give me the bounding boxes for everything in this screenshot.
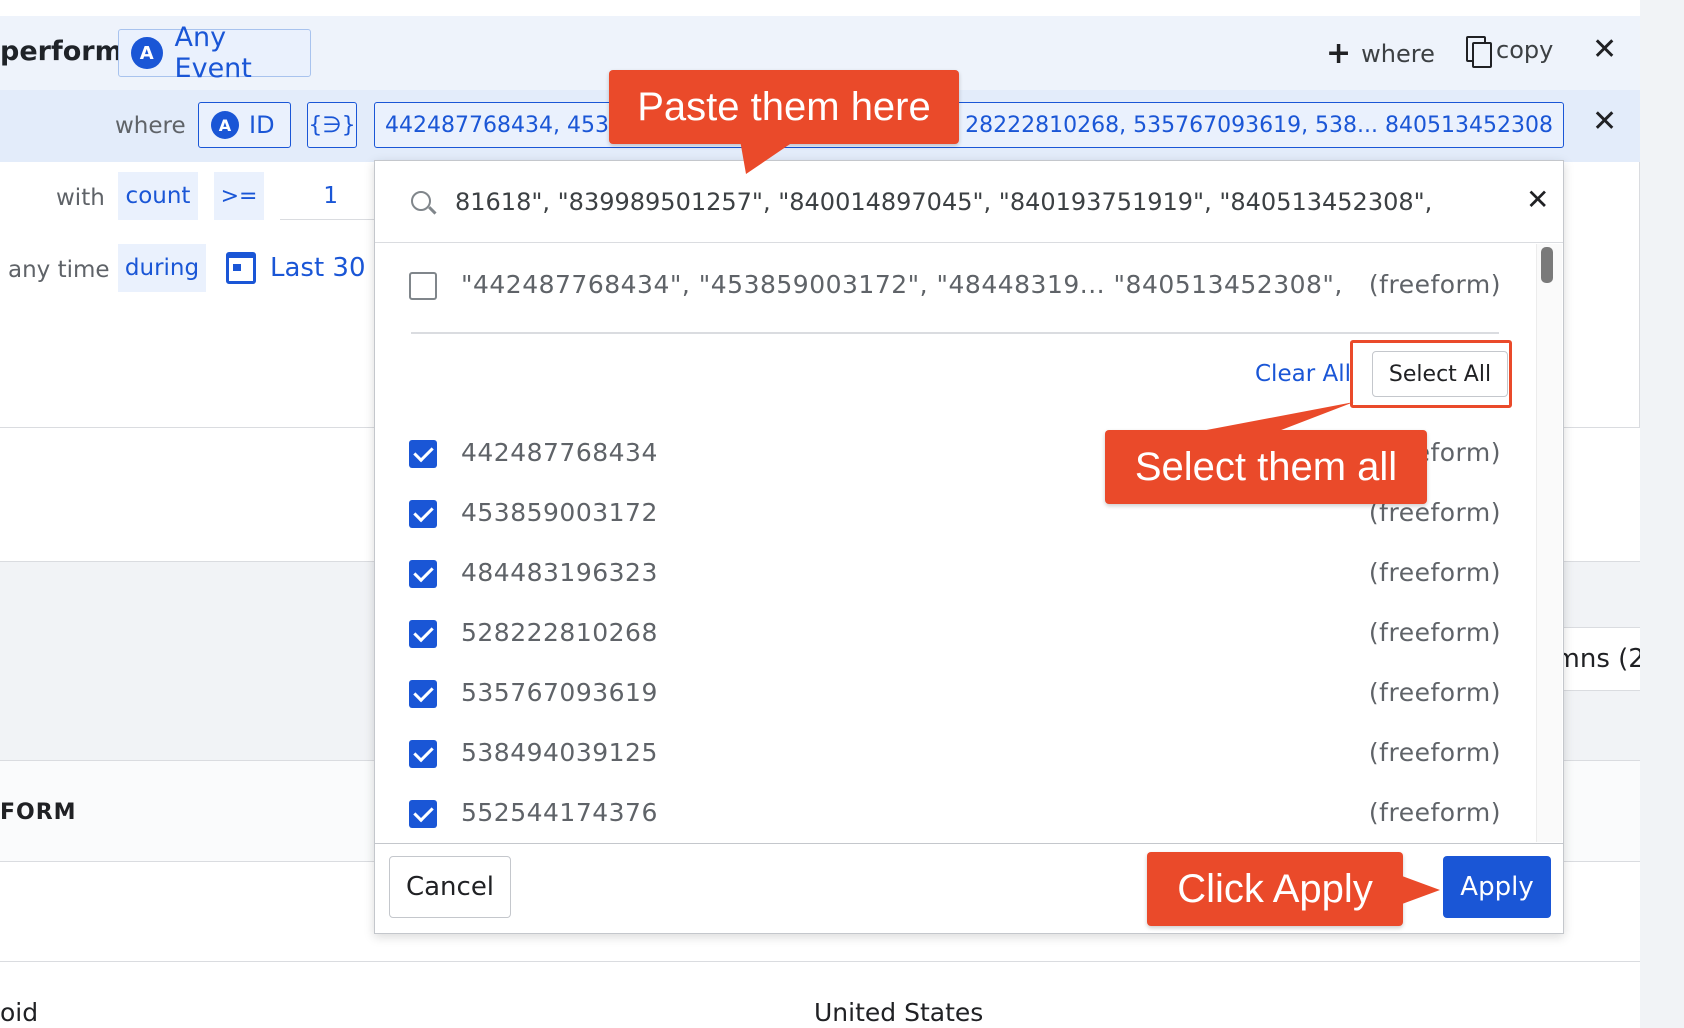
values-text-end: 28222810268, 535767093619, 538... 840513… — [965, 112, 1553, 138]
add-where-label: where — [1361, 39, 1435, 68]
search-icon — [411, 191, 431, 211]
count-value-input[interactable]: 1 — [280, 172, 378, 220]
option-label: 535767093619 — [461, 678, 658, 707]
event-selector-label: Any Event — [174, 22, 252, 84]
clear-all-link[interactable]: Clear All — [1255, 361, 1351, 387]
where-label: where — [115, 113, 186, 139]
remove-where-close-icon[interactable]: ✕ — [1592, 104, 1617, 139]
callout-select: Select them all — [1105, 430, 1427, 504]
search-bar: ✕ — [375, 161, 1563, 243]
top-strip — [0, 0, 1640, 16]
option-checkbox[interactable] — [409, 500, 437, 528]
option-checkbox[interactable] — [409, 740, 437, 768]
remove-event-close-icon[interactable]: ✕ — [1592, 32, 1617, 67]
property-values-field[interactable]: 442487768434, 453 28222810268, 535767093… — [374, 102, 1564, 148]
option-checkbox[interactable] — [409, 272, 437, 300]
event-selector[interactable]: A Any Event — [118, 22, 311, 84]
table-cell-country: United States — [814, 998, 984, 1027]
option-tag: (freeform) — [1368, 618, 1501, 647]
option-checkbox[interactable] — [409, 560, 437, 588]
option-checkbox[interactable] — [409, 620, 437, 648]
amplitude-logo-icon: A — [211, 111, 239, 139]
freeform-option[interactable]: "442487768434", "453859003172", "4844831… — [375, 256, 1535, 316]
option-tag: (freeform) — [1368, 738, 1501, 767]
cancel-button[interactable]: Cancel — [389, 856, 511, 918]
copy-icon — [1466, 36, 1492, 68]
list-item[interactable]: 552544174376 (freeform) — [375, 784, 1535, 844]
option-label: "442487768434", "453859003172", "4844831… — [461, 270, 1343, 299]
divider — [411, 332, 1499, 334]
property-values-dropdown: ✕ "442487768434", "453859003172", "48448… — [374, 160, 1564, 934]
option-checkbox[interactable] — [409, 800, 437, 828]
property-selector[interactable]: A ID — [198, 102, 291, 148]
with-label: with — [56, 185, 105, 211]
callout-paste: Paste them here — [609, 70, 959, 144]
callout-paste-tail — [740, 140, 796, 174]
clear-search-close-icon[interactable]: ✕ — [1526, 183, 1549, 216]
search-input[interactable] — [455, 181, 1485, 223]
operator-selector[interactable]: {∋} — [307, 102, 357, 148]
list-item[interactable]: 528222810268 (freeform) — [375, 604, 1535, 664]
option-tag: (freeform) — [1368, 798, 1501, 827]
amplitude-logo-icon: A — [131, 37, 163, 69]
calendar-icon[interactable] — [226, 252, 256, 284]
property-label: ID — [249, 111, 275, 139]
perform-label: perform — [0, 36, 123, 67]
apply-button[interactable]: Apply — [1443, 856, 1551, 918]
callout-apply-tail — [1402, 876, 1440, 904]
copy-label: copy — [1496, 36, 1554, 64]
option-label: 528222810268 — [461, 618, 658, 647]
option-checkbox[interactable] — [409, 680, 437, 708]
values-text-start: 442487768434, 453 — [385, 112, 609, 138]
option-checkbox[interactable] — [409, 440, 437, 468]
scrollbar-track[interactable] — [1536, 244, 1562, 842]
page-gutter — [1640, 0, 1684, 1028]
option-label: 538494039125 — [461, 738, 658, 767]
callout-select-tail — [1196, 402, 1354, 432]
column-header: FORM — [0, 800, 77, 825]
select-all-highlight — [1350, 340, 1512, 408]
date-range-picker[interactable]: Last 30 d — [270, 253, 390, 283]
option-label: 453859003172 — [461, 498, 658, 527]
callout-apply: Click Apply — [1147, 852, 1403, 926]
list-item[interactable]: 484483196323 (freeform) — [375, 544, 1535, 604]
table-cell-platform: oid — [0, 998, 39, 1027]
copy-button[interactable]: copy — [1466, 36, 1554, 68]
anytime-label: any time — [8, 257, 110, 283]
comparator-selector[interactable]: >= — [214, 172, 264, 220]
count-selector[interactable]: count — [118, 172, 198, 220]
option-tag: (freeform) — [1368, 678, 1501, 707]
option-label: 442487768434 — [461, 438, 658, 467]
scrollbar-thumb[interactable] — [1541, 247, 1553, 283]
plus-icon: + — [1326, 36, 1352, 71]
list-item[interactable]: 538494039125 (freeform) — [375, 724, 1535, 784]
option-label: 552544174376 — [461, 798, 658, 827]
option-label: 484483196323 — [461, 558, 658, 587]
list-item[interactable]: 535767093619 (freeform) — [375, 664, 1535, 724]
during-selector[interactable]: during — [118, 244, 206, 292]
option-tag: (freeform) — [1368, 270, 1501, 299]
add-where-button[interactable]: + where — [1326, 36, 1435, 71]
option-tag: (freeform) — [1368, 558, 1501, 587]
